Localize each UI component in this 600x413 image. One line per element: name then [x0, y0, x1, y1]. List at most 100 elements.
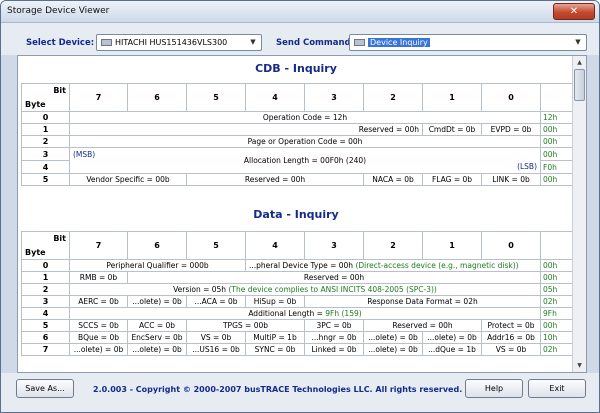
field-cell: ...olete) = 0b: [363, 331, 423, 344]
bit-header: 6: [127, 83, 187, 112]
send-command-label: Send Command:: [276, 38, 355, 48]
select-device-label: Select Device:: [26, 38, 95, 48]
field-cell: ...olete) = 0b: [422, 331, 482, 344]
device-select-value: HITACHI HUS151436VLS300: [115, 38, 228, 47]
field-cell: ...olete) = 0b: [127, 295, 187, 308]
bit-byte-corner: Bit Byte: [21, 231, 70, 260]
field-cell: ...olete) = 0b: [363, 343, 423, 356]
toolbar: Select Device: HITACHI HUS151436VLS300 ▼…: [1, 23, 599, 55]
data-header-row: Bit Byte 7 6 5 4 3 2 1 0: [21, 231, 573, 260]
field-cell: VS = 0b: [481, 343, 541, 356]
title-bar: Storage Device Viewer ✕: [1, 1, 599, 23]
field-cell: AERC = 0b: [69, 295, 128, 308]
chevron-down-icon[interactable]: ▼: [571, 36, 585, 49]
table-row: 3 (MSB) Allocation Length = 00F0h (240) …: [21, 147, 573, 174]
close-button[interactable]: ✕: [553, 3, 595, 20]
hex-value: 00h: [540, 135, 573, 148]
field-cell: Page or Operation Code = 00h: [69, 135, 541, 148]
scroll-thumb[interactable]: [574, 69, 585, 101]
bit-header: 5: [186, 231, 246, 260]
table-row: 2 Version = 05h (The device complies to …: [21, 283, 573, 296]
table-row: 1 RMB = 0b Reserved = 00h 00h: [21, 271, 573, 284]
table-row: 5 Vendor Specific = 00b Reserved = 00h N…: [21, 173, 573, 186]
field-cell: Vendor Specific = 00b: [69, 173, 187, 186]
field-cell: LINK = 0b: [481, 173, 541, 186]
hex-value: 00h: [540, 147, 573, 161]
table-row: 3 AERC = 0b ...olete) = 0b ...ACA = 0b H…: [21, 295, 573, 308]
bit-header: 2: [363, 231, 423, 260]
data-heading: Data - Inquiry: [253, 208, 339, 221]
table-row: 7 ...olete) = 0b ...olete) = 0b ...US16 …: [21, 343, 573, 356]
chevron-down-icon[interactable]: ▼: [246, 36, 260, 49]
command-select[interactable]: Device Inquiry ▼: [349, 34, 587, 51]
table-row: 0 Peripheral Qualifier = 000b ...pheral …: [21, 259, 573, 272]
results-panel[interactable]: CDB - Inquiry Bit Byte 7 6 5 4 3 2 1 0 0…: [17, 55, 587, 373]
command-icon: [354, 39, 365, 46]
field-cell: Protect = 0b: [481, 319, 541, 332]
device-select[interactable]: HITACHI HUS151436VLS300 ▼: [96, 34, 262, 51]
field-cell: HiSup = 0b: [245, 295, 305, 308]
table-row: 2 Page or Operation Code = 00h 00h: [21, 135, 573, 148]
table-row: 5 SCCS = 0b ACC = 0b TPGS = 00b 3PC = 0b…: [21, 319, 573, 332]
copyright-text: 2.0.003 - Copyright © 2000-2007 busTRACE…: [93, 385, 463, 394]
field-cell: Operation Code = 12h: [69, 111, 541, 124]
field-cell: VS = 0b: [186, 331, 246, 344]
scroll-down-icon[interactable]: ▼: [573, 359, 586, 372]
bit-header: 4: [245, 231, 305, 260]
field-cell: Peripheral Qualifier = 000b: [69, 259, 246, 272]
bit-byte-corner: Bit Byte: [21, 83, 70, 112]
hex-value: 00h: [540, 173, 573, 186]
bit-header: 0: [481, 231, 541, 260]
table-row: 6 BQue = 0b EncServ = 0b VS = 0b MultiP …: [21, 331, 573, 344]
bit-header: 6: [127, 231, 187, 260]
field-cell: ...ACA = 0b: [186, 295, 246, 308]
field-cell: Reserved = 00h: [69, 123, 423, 136]
field-cell: RMB = 0b: [69, 271, 128, 284]
field-cell: ...pheral Device Type = 00h (Direct-acce…: [245, 259, 541, 272]
hex-value: 10h: [540, 331, 573, 344]
table-row: 4 Additional Length = 9Fh (159) 9Fh: [21, 307, 573, 320]
window-title: Storage Device Viewer: [7, 6, 110, 16]
hex-value: 12h: [540, 111, 573, 124]
field-cell: Version = 05h (The device complies to AN…: [69, 283, 541, 296]
help-button[interactable]: Help: [465, 379, 523, 398]
field-cell: Additional Length = 9Fh (159): [69, 307, 541, 320]
bit-header: 7: [69, 83, 128, 112]
scroll-up-icon[interactable]: ▲: [573, 56, 586, 69]
bit-header: 1: [422, 83, 482, 112]
field-cell: 3PC = 0b: [304, 319, 364, 332]
bit-header: 4: [245, 83, 305, 112]
field-cell: ...dQue = 1b: [422, 343, 482, 356]
field-cell: ...hngr = 0b: [304, 331, 364, 344]
cdb-heading: CDB - Inquiry: [255, 62, 337, 75]
field-cell: FLAG = 0b: [422, 173, 482, 186]
hex-value: F0h: [540, 160, 573, 174]
data-table: Bit Byte 7 6 5 4 3 2 1 0 0 Peripheral Qu…: [21, 231, 573, 356]
cdb-header-row: Bit Byte 7 6 5 4 3 2 1 0: [21, 83, 573, 112]
footer-bar: Save As... 2.0.003 - Copyright © 2000-20…: [1, 373, 599, 412]
table-row: 1 Reserved = 00h CmdDt = 0b EVPD = 0b 00…: [21, 123, 573, 136]
vertical-scrollbar[interactable]: ▲ ▼: [572, 56, 586, 372]
field-cell: MultiP = 1b: [245, 331, 305, 344]
field-cell: (MSB) Allocation Length = 00F0h (240) (L…: [69, 147, 541, 174]
table-row: 0 Operation Code = 12h 12h: [21, 111, 573, 124]
field-cell: Response Data Format = 02h: [304, 295, 541, 308]
exit-button[interactable]: Exit: [528, 379, 586, 398]
bit-header: 2: [363, 83, 423, 112]
hex-value: 00h: [540, 259, 573, 272]
field-cell: Addr16 = 0b: [481, 331, 541, 344]
field-cell: CmdDt = 0b: [422, 123, 482, 136]
field-cell: EVPD = 0b: [481, 123, 541, 136]
hex-value: 02h: [540, 295, 573, 308]
hex-value: 9Fh: [540, 307, 573, 320]
bit-header: 5: [186, 83, 246, 112]
hex-value: 00h: [540, 271, 573, 284]
field-cell: Reserved = 00h: [186, 173, 364, 186]
cdb-table: Bit Byte 7 6 5 4 3 2 1 0 0 Operation Cod…: [21, 83, 573, 186]
save-as-button[interactable]: Save As...: [16, 379, 74, 398]
field-cell: Reserved = 00h: [127, 271, 541, 284]
hex-value: 02h: [540, 343, 573, 356]
hex-value: 00h: [540, 319, 573, 332]
hex-value: 05h: [540, 283, 573, 296]
bit-header: 7: [69, 231, 128, 260]
